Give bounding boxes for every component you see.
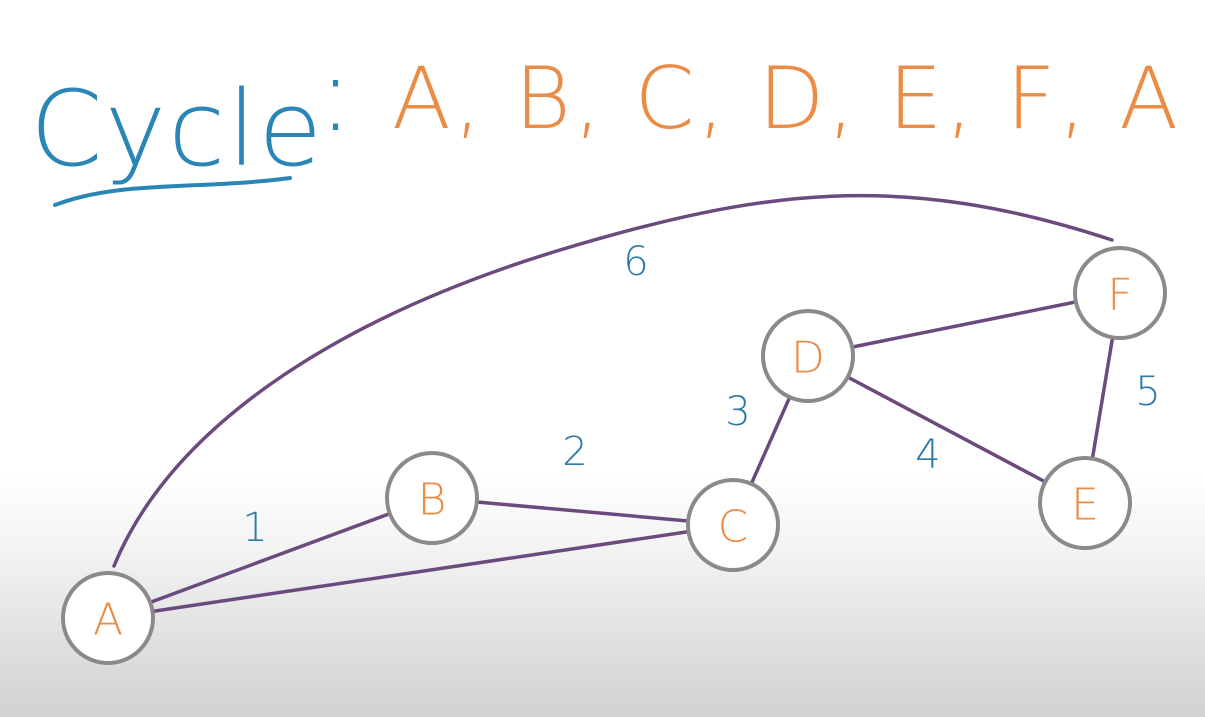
node-e: E xyxy=(1038,456,1132,550)
edge-a-b xyxy=(106,496,434,620)
node-a: A xyxy=(61,571,155,665)
node-label-c: C xyxy=(718,502,749,553)
node-f: F xyxy=(1073,246,1167,340)
node-label-f: F xyxy=(1107,270,1132,321)
node-b: B xyxy=(385,451,479,545)
node-label-e: E xyxy=(1071,480,1099,531)
cycle-sequence: A, B, C, D, E, F, A xyxy=(392,49,1181,149)
node-label-b: B xyxy=(418,475,447,526)
node-d: D xyxy=(761,309,855,403)
whiteboard-canvas: Cycle : A, B, C, D, E, F, A 1 2 3 4 5 6 A B C D E… xyxy=(0,0,1205,717)
edge-weight-d-e: 4 xyxy=(915,432,940,478)
edge-d-f xyxy=(806,291,1122,358)
edge-weight-e-f: 5 xyxy=(1135,369,1160,415)
node-label-d: D xyxy=(791,333,825,384)
edge-weight-a-b: 1 xyxy=(242,505,267,551)
graph-diagram: Cycle : A, B, C, D, E, F, A 1 2 3 4 5 6 A B C D E… xyxy=(30,33,1181,665)
title-word: Cycle xyxy=(30,68,324,190)
edge-weight-c-d: 3 xyxy=(725,389,750,435)
edge-d-e xyxy=(806,354,1087,505)
edge-weight-f-a: 6 xyxy=(623,239,648,285)
title-colon: : xyxy=(318,33,355,155)
title-group: Cycle : A, B, C, D, E, F, A xyxy=(30,33,1181,207)
edge-weight-b-c: 2 xyxy=(562,429,587,475)
edges-layer xyxy=(106,193,1122,620)
node-label-a: A xyxy=(93,595,123,646)
node-c: C xyxy=(686,478,780,572)
